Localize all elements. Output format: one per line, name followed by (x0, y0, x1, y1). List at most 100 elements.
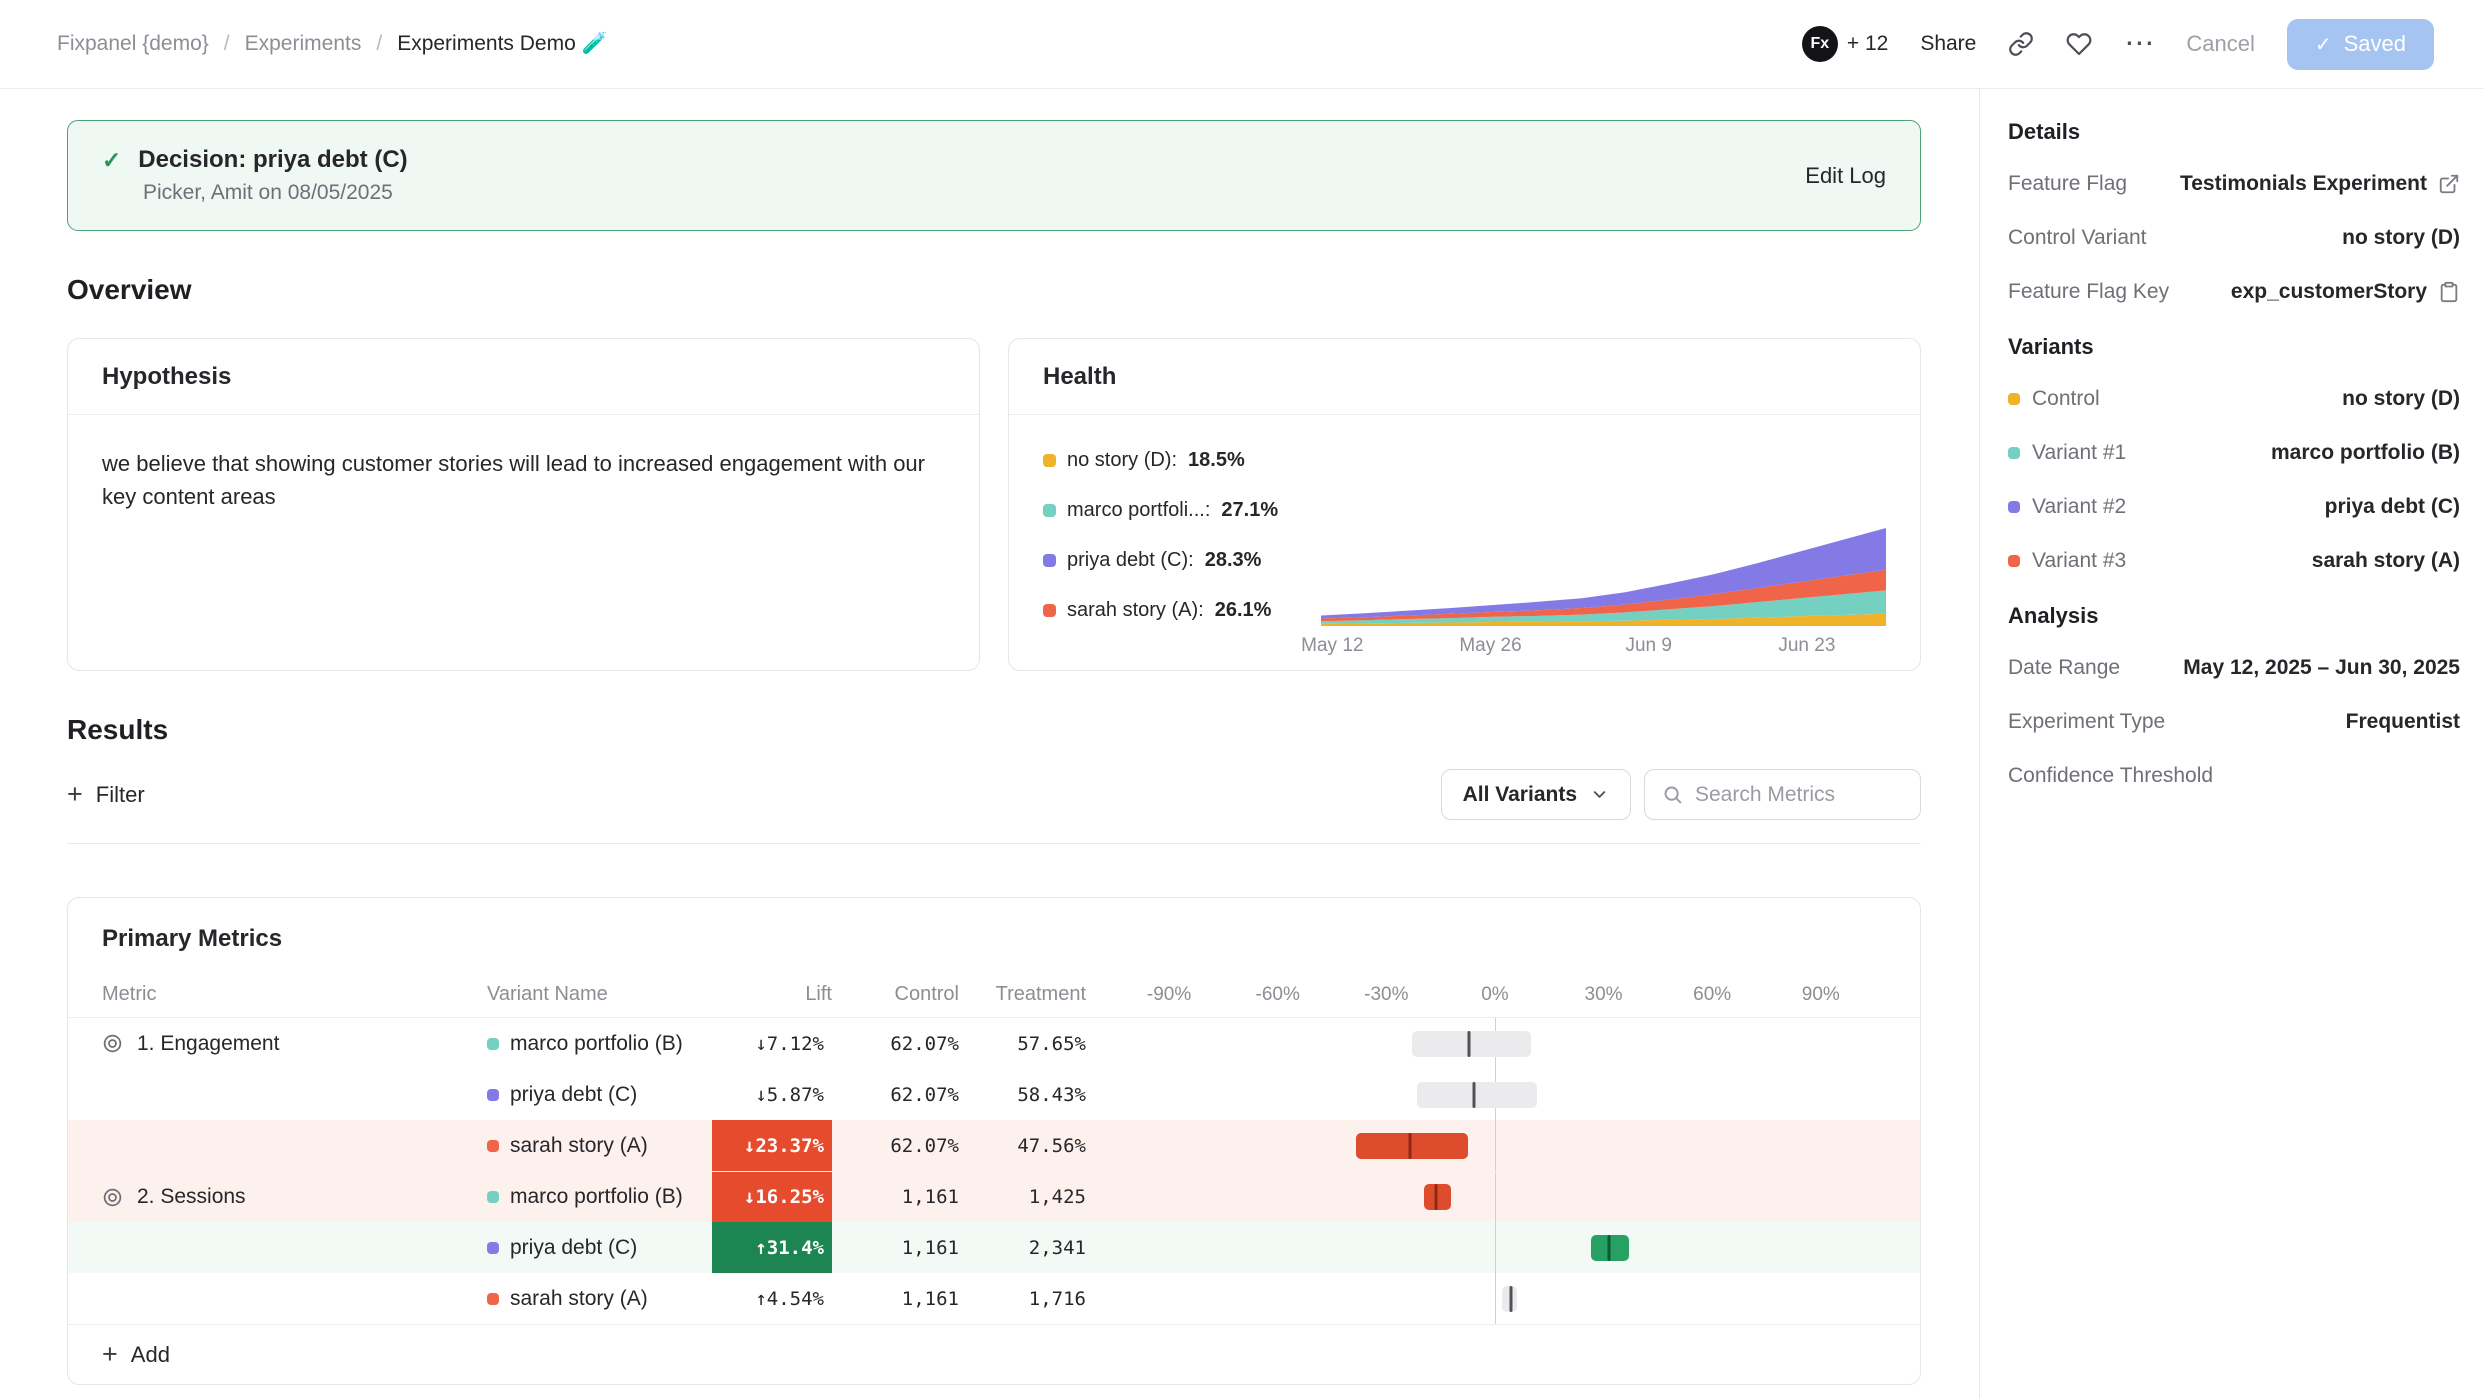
cancel-button[interactable]: Cancel (2186, 31, 2254, 57)
target-icon (102, 1033, 123, 1054)
edit-log-button[interactable]: Edit Log (1805, 163, 1886, 189)
variant-cell: priya debt (C) (487, 1069, 712, 1120)
sidebar-label-text: Feature Flag (2008, 172, 2127, 196)
breadcrumb-item[interactable]: Fixpanel {demo} (57, 32, 209, 56)
sidebar-row-value: Testimonials Experiment (2180, 172, 2460, 196)
variant-color-dot (2008, 501, 2020, 513)
sidebar-row-value: sarah story (A) (2312, 549, 2460, 573)
metrics-table-header: Metric Variant Name Lift Control Treatme… (68, 972, 1920, 1018)
sidebar-row: Confidence Threshold (2008, 764, 2460, 788)
sidebar-row-value: exp_customerStory (2231, 280, 2460, 304)
sidebar-row-value: priya debt (C) (2325, 495, 2460, 519)
axis-tick-label: -60% (1256, 984, 1300, 1006)
sidebar-value-text: no story (D) (2342, 226, 2460, 250)
sidebar-row: Variant #2 priya debt (C) (2008, 495, 2460, 519)
control-value: 62.07% (832, 1069, 959, 1120)
sidebar-row-label: Control Variant (2008, 226, 2147, 250)
external-link-icon[interactable] (2438, 173, 2460, 195)
variant-color-dot (487, 1293, 499, 1305)
metrics-table-row[interactable]: 1. Engagementmarco portfolio (B)↓7.12%62… (68, 1018, 1920, 1069)
lift-tick (1510, 1286, 1513, 1312)
variants-filter-dropdown[interactable]: All Variants (1441, 769, 1631, 820)
variant-cell: sarah story (A) (487, 1273, 712, 1324)
metric-name: 1. Engagement (137, 1032, 279, 1056)
search-input[interactable] (1695, 783, 1903, 807)
sidebar-value-text: priya debt (C) (2325, 495, 2460, 519)
sidebar-label-text: Variant #2 (2032, 495, 2126, 519)
confidence-interval-cell (1122, 1172, 1886, 1222)
details-heading: Details (2008, 119, 2460, 145)
health-legend: no story (D):18.5%marco portfoli...:27.1… (1043, 439, 1295, 660)
share-button[interactable]: Share (1920, 32, 1976, 56)
column-header-metric: Metric (102, 983, 487, 1006)
control-value: 1,161 (832, 1273, 959, 1324)
add-metric-button[interactable]: + Add (68, 1324, 1920, 1384)
metrics-table-row[interactable]: priya debt (C)↓5.87%62.07%58.43% (68, 1069, 1920, 1120)
sidebar-value-text: Testimonials Experiment (2180, 172, 2427, 196)
analysis-section: Analysis Date RangeMay 12, 2025 – Jun 30… (2008, 603, 2460, 788)
breadcrumb-item[interactable]: Experiments Demo 🧪 (397, 32, 608, 56)
confidence-interval-cell (1122, 1069, 1886, 1120)
lift-tick (1607, 1235, 1610, 1261)
x-axis-tick-label: Jun 23 (1778, 635, 1835, 657)
sidebar-row-value: no story (D) (2342, 226, 2460, 250)
zero-axis-line (1495, 1222, 1496, 1273)
sidebar-row: Feature Flag Testimonials Experiment (2008, 172, 2460, 196)
collaborators: Fx + 12 (1802, 26, 1888, 62)
primary-metrics-card: Primary Metrics Metric Variant Name Lift… (67, 897, 1921, 1385)
variant-cell: sarah story (A) (487, 1120, 712, 1171)
metrics-table-row[interactable]: priya debt (C)↑31.4%1,1612,341 (68, 1222, 1920, 1273)
more-menu-button[interactable]: ⋯ (2124, 29, 2154, 59)
lift-value: ↑31.4% (712, 1222, 832, 1273)
copy-link-button[interactable] (2008, 31, 2034, 57)
x-axis-tick-label: May 26 (1459, 635, 1521, 657)
add-filter-button[interactable]: + Filter (67, 781, 145, 808)
analysis-heading: Analysis (2008, 603, 2460, 629)
variants-filter-label: All Variants (1463, 783, 1577, 807)
filter-button-label: Filter (96, 782, 145, 808)
breadcrumb-separator: / (376, 32, 382, 56)
metrics-table-row[interactable]: 2. Sessionsmarco portfolio (B)↓16.25%1,1… (68, 1171, 1920, 1222)
sidebar-row: Feature Flag Key exp_customerStory (2008, 280, 2460, 304)
decision-subtitle: Picker, Amit on 08/05/2025 (143, 181, 408, 205)
variant-cell: priya debt (C) (487, 1222, 712, 1273)
confidence-interval-cell (1122, 1018, 1886, 1069)
favorite-button[interactable] (2066, 31, 2092, 57)
sidebar-row-label: Feature Flag Key (2008, 280, 2169, 304)
sidebar-value-text: exp_customerStory (2231, 280, 2427, 304)
treatment-value: 47.56% (959, 1120, 1086, 1171)
treatment-value: 2,341 (959, 1222, 1086, 1273)
sidebar-value-text: no story (D) (2342, 387, 2460, 411)
saved-button[interactable]: ✓ Saved (2287, 19, 2434, 70)
avatar[interactable]: Fx (1802, 26, 1838, 62)
add-metric-label: Add (131, 1342, 170, 1368)
link-icon (2008, 31, 2034, 57)
metrics-table-body: 1. Engagementmarco portfolio (B)↓7.12%62… (68, 1018, 1920, 1324)
zero-axis-line (1495, 1273, 1496, 1324)
variant-name: sarah story (A) (510, 1134, 648, 1158)
health-legend-item: priya debt (C):28.3% (1043, 549, 1295, 572)
health-title: Health (1009, 339, 1920, 415)
metrics-table-row[interactable]: sarah story (A)↓23.37%62.07%47.56% (68, 1120, 1920, 1171)
sidebar-row: Variant #1marco portfolio (B) (2008, 441, 2460, 465)
lift-value: ↓5.87% (712, 1069, 832, 1120)
target-icon (102, 1187, 123, 1208)
variant-color-dot (487, 1089, 499, 1101)
details-section: Details Feature Flag Testimonials Experim… (2008, 119, 2460, 304)
results-toolbar: + Filter All Variants (67, 769, 1921, 820)
plus-icon: + (67, 781, 83, 808)
breadcrumb-item[interactable]: Experiments (245, 32, 362, 56)
control-value: 62.07% (832, 1120, 959, 1171)
breadcrumb: Fixpanel {demo}/Experiments/Experiments … (57, 32, 608, 56)
sidebar-label-text: Variant #3 (2032, 549, 2126, 573)
legend-value: 27.1% (1221, 499, 1278, 522)
clipboard-icon[interactable] (2438, 281, 2460, 303)
variant-color-dot (2008, 393, 2020, 405)
sidebar-row: Variant #3 sarah story (A) (2008, 549, 2460, 573)
collaborator-count: + 12 (1847, 32, 1888, 56)
metric-cell (102, 1273, 487, 1324)
legend-value: 28.3% (1205, 549, 1262, 572)
metrics-table-row[interactable]: sarah story (A)↑4.54%1,1611,716 (68, 1273, 1920, 1324)
sidebar-row: Control Variant no story (D) (2008, 226, 2460, 250)
legend-label: no story (D): (1067, 449, 1177, 472)
